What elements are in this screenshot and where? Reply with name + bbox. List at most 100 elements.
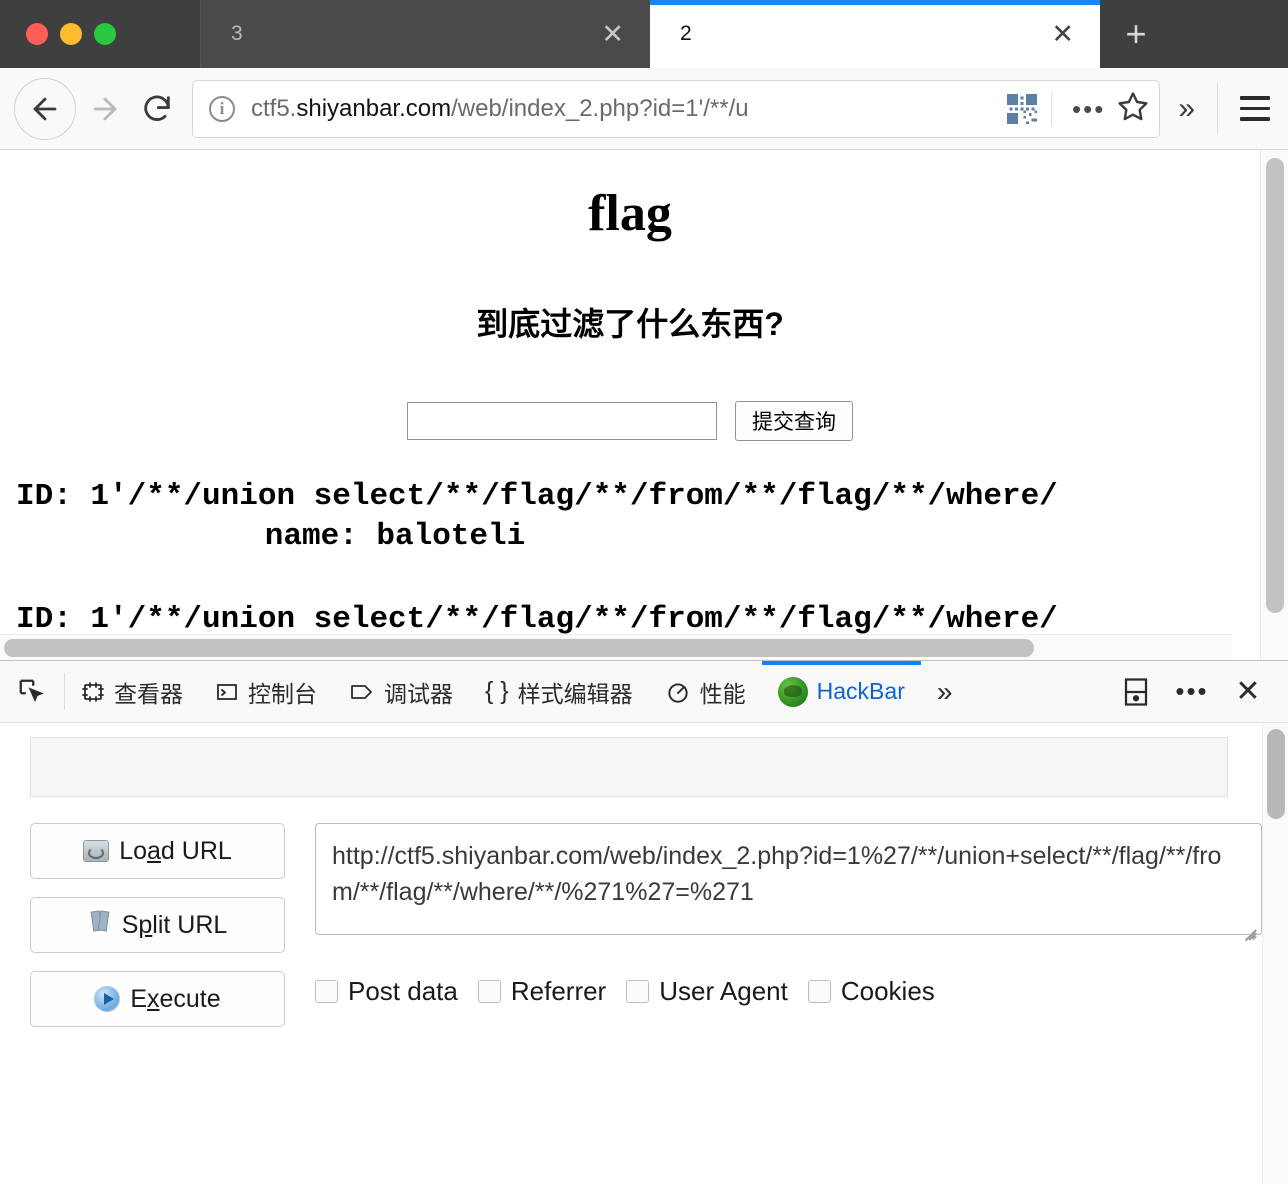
load-url-button[interactable]: Load URL xyxy=(30,823,285,879)
execute-icon xyxy=(94,986,121,1012)
query-input[interactable] xyxy=(407,402,717,440)
browser-tab-2[interactable]: 2 ✕ xyxy=(650,0,1100,68)
tab-title: 2 xyxy=(680,22,692,45)
textarea-resize-grip[interactable] xyxy=(1240,918,1257,941)
cookies-checkbox[interactable]: Cookies xyxy=(807,976,935,1007)
site-info-icon[interactable]: i xyxy=(209,95,235,122)
load-url-icon xyxy=(83,840,110,862)
devtools-tab-list: 查看器 控制台 调试器 {} 样式编辑器 性能 HackBar » xyxy=(65,661,1110,722)
url-bar[interactable]: i ctf5.shiyanbar.com/web/index_2.php?id=… xyxy=(192,79,1161,138)
style-editor-icon: { } xyxy=(485,677,509,705)
qr-code-icon[interactable] xyxy=(1007,93,1037,124)
hackbar-url-column: Post data Referrer User Agent xyxy=(315,823,1262,1027)
scrollbar-thumb[interactable] xyxy=(1266,158,1284,613)
tab-title: 3 xyxy=(231,22,243,45)
checkbox-box[interactable] xyxy=(807,980,831,1003)
checkbox-box[interactable] xyxy=(626,980,650,1003)
url-host-prefix: ctf5. xyxy=(251,94,297,122)
back-icon[interactable] xyxy=(14,77,76,140)
hackbar-options-row: Post data Referrer User Agent Cookies xyxy=(315,976,1262,1007)
new-tab-button[interactable]: + xyxy=(1100,0,1172,68)
devtools-tab-debugger[interactable]: 调试器 xyxy=(333,661,469,722)
devtools-toolbar: 查看器 控制台 调试器 {} 样式编辑器 性能 HackBar » ••• ✕ xyxy=(0,661,1288,723)
navigation-toolbar: i ctf5.shiyanbar.com/web/index_2.php?id=… xyxy=(0,68,1288,150)
forward-icon[interactable] xyxy=(82,86,128,132)
app-menu-icon[interactable] xyxy=(1222,96,1274,121)
post-data-checkbox[interactable]: Post data xyxy=(315,976,458,1007)
devtools-panel: 查看器 控制台 调试器 {} 样式编辑器 性能 HackBar » ••• ✕… xyxy=(0,660,1288,1184)
dock-position-icon[interactable] xyxy=(1110,666,1162,718)
scrollbar-thumb[interactable] xyxy=(4,639,1034,657)
user-agent-checkbox[interactable]: User Agent xyxy=(626,976,788,1007)
hackbar-vertical-scrollbar[interactable] xyxy=(1262,723,1288,1184)
referrer-checkbox[interactable]: Referrer xyxy=(477,976,607,1007)
element-picker-icon[interactable] xyxy=(0,661,64,722)
divider xyxy=(1217,82,1218,135)
devtools-tab-label: 控制台 xyxy=(248,680,317,707)
checkbox-box[interactable] xyxy=(477,980,501,1003)
devtools-tab-label: 调试器 xyxy=(384,680,453,707)
devtools-tab-console[interactable]: 控制台 xyxy=(199,661,333,722)
divider xyxy=(1051,91,1052,126)
devtools-tab-inspector[interactable]: 查看器 xyxy=(65,661,199,722)
tab-close-icon[interactable]: ✕ xyxy=(1047,20,1078,48)
browser-tab-1[interactable]: 3 ✕ xyxy=(200,0,650,68)
inspector-icon xyxy=(81,680,105,704)
scrollbar-thumb[interactable] xyxy=(1267,729,1285,819)
close-window-button[interactable] xyxy=(26,23,48,45)
submit-query-button[interactable]: 提交查询 xyxy=(735,401,853,441)
bookmark-star-icon[interactable] xyxy=(1117,90,1149,127)
devtools-tab-style-editor[interactable]: { } 样式编辑器 xyxy=(469,661,649,722)
devtools-close-icon[interactable]: ✕ xyxy=(1222,666,1274,718)
page-viewport: flag 到底过滤了什么东西? 提交查询 ID: 1'/**/union sel… xyxy=(0,150,1288,660)
result-id-line: ID: 1'/**/union select/**/flag/**/from/*… xyxy=(16,479,1058,514)
devtools-tab-label: 样式编辑器 xyxy=(517,680,633,707)
hackbar-panel: Load URL Split URL Execute http://ctf5.s… xyxy=(0,723,1288,1184)
devtools-tabs-overflow-icon[interactable]: » xyxy=(921,661,969,722)
page-actions-icon[interactable]: ••• xyxy=(1066,96,1111,122)
reload-icon[interactable] xyxy=(134,86,180,132)
page-vertical-scrollbar[interactable] xyxy=(1260,150,1288,660)
result-name-value: baloteli xyxy=(376,519,526,555)
devtools-toolbar-actions: ••• ✕ xyxy=(1110,661,1288,722)
hackbar-main: Load URL Split URL Execute http://ctf5.s… xyxy=(30,823,1262,1027)
url-host: shiyanbar.com xyxy=(296,94,452,122)
page-horizontal-scrollbar[interactable] xyxy=(0,634,1232,660)
devtools-meatball-icon[interactable]: ••• xyxy=(1166,666,1218,718)
result-name-line: name: baloteli xyxy=(0,517,1260,557)
page-title: flag xyxy=(588,185,672,242)
maximize-window-button[interactable] xyxy=(94,23,116,45)
minimize-window-button[interactable] xyxy=(60,23,82,45)
devtools-tab-label: 查看器 xyxy=(114,680,183,707)
split-url-icon xyxy=(88,911,112,939)
hackbar-icon xyxy=(777,676,808,707)
devtools-tab-label: HackBar xyxy=(816,678,905,704)
hackbar-url-textarea[interactable] xyxy=(315,823,1262,935)
console-icon xyxy=(215,680,239,704)
hackbar-button-column: Load URL Split URL Execute xyxy=(30,823,285,1027)
tab-close-icon[interactable]: ✕ xyxy=(597,20,628,48)
devtools-tab-performance[interactable]: 性能 xyxy=(649,661,762,722)
url-path: /web/index_2.php?id=1'/**/u xyxy=(451,94,749,122)
performance-icon xyxy=(665,679,691,705)
checkbox-label: User Agent xyxy=(659,976,788,1006)
checkbox-label: Post data xyxy=(348,976,458,1006)
execute-button[interactable]: Execute xyxy=(30,971,285,1027)
execute-label: Execute xyxy=(130,984,221,1013)
hackbar-top-bar xyxy=(30,737,1228,797)
tab-strip: 3 ✕ 2 ✕ + xyxy=(0,0,1288,68)
load-url-label: Load URL xyxy=(119,836,232,865)
devtools-tab-hackbar[interactable]: HackBar xyxy=(761,661,922,722)
hackbar-body: Load URL Split URL Execute http://ctf5.s… xyxy=(0,723,1262,1184)
url-text: ctf5.shiyanbar.com/web/index_2.php?id=1'… xyxy=(251,95,1007,123)
split-url-label: Split URL xyxy=(121,910,228,939)
window-controls xyxy=(0,0,200,68)
browser-window: 3 ✕ 2 ✕ + i ctf5.shiyanbar.com/web/index… xyxy=(0,0,1288,1184)
checkbox-box[interactable] xyxy=(315,980,338,1003)
split-url-button[interactable]: Split URL xyxy=(30,897,285,953)
page-subtitle: 到底过滤了什么东西? xyxy=(476,306,784,342)
query-form: 提交查询 xyxy=(0,401,1260,441)
toolbar-overflow-icon[interactable]: » xyxy=(1160,92,1213,126)
checkbox-label: Referrer xyxy=(510,976,607,1006)
result-row-1: ID: 1'/**/union select/**/flag/**/from/*… xyxy=(0,477,1260,558)
